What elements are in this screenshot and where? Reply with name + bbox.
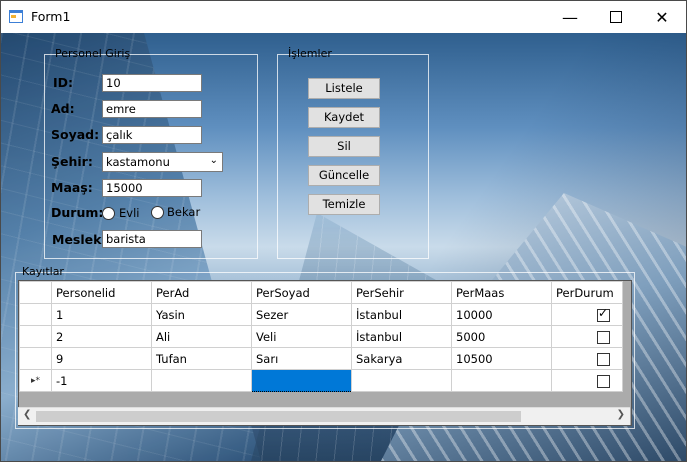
column-header-persoyad[interactable]: PerSoyad <box>251 281 352 304</box>
form-window: Form1 — ✕ Personel Giriş ID: 10 Ad: emre… <box>0 0 687 462</box>
cell-permaas[interactable]: 5000 <box>451 325 552 348</box>
column-header-personelid[interactable]: Personelid <box>51 281 152 304</box>
row-header[interactable] <box>19 347 52 370</box>
app-icon <box>9 10 23 23</box>
records-table: Personelid PerAd PerSoyad PerSehir PerMa… <box>19 281 623 392</box>
maas-input[interactable]: 15000 <box>102 179 202 197</box>
cell-perdurum[interactable] <box>551 325 623 348</box>
maas-label: Maaş: <box>51 180 93 195</box>
perdurum-checkbox[interactable] <box>597 374 610 388</box>
table-row[interactable]: 1 Yasin Sezer İstanbul 10000 <box>19 303 623 326</box>
ad-label: Ad: <box>51 101 75 116</box>
row-header[interactable] <box>19 303 52 326</box>
cell-persehir[interactable]: İstanbul <box>351 303 452 326</box>
column-header-persehir[interactable]: PerSehir <box>351 281 452 304</box>
cell-persoyad[interactable]: Sezer <box>251 303 352 326</box>
scroll-left-icon[interactable]: ❮ <box>23 409 31 420</box>
cell-perad[interactable]: Tufan <box>151 347 252 370</box>
cell-persehir[interactable] <box>351 369 452 392</box>
cell-personelid[interactable]: 2 <box>51 325 152 348</box>
cell-persoyad[interactable]: Veli <box>251 325 352 348</box>
id-label: ID: <box>53 75 74 90</box>
table-row[interactable]: 2 Ali Veli İstanbul 5000 <box>19 325 623 348</box>
row-header-corner[interactable] <box>19 281 52 304</box>
cell-perdurum[interactable] <box>551 369 623 392</box>
sehir-combobox[interactable]: kastamonu ⌄ <box>102 152 223 172</box>
horizontal-scrollbar[interactable]: ❮ ❯ <box>18 407 630 425</box>
sehir-label: Şehir: <box>51 154 93 169</box>
cell-permaas[interactable]: 10500 <box>451 347 552 370</box>
records-datagrid[interactable]: Personelid PerAd PerSoyad PerSehir PerMa… <box>18 280 632 426</box>
cell-persehir[interactable]: Sakarya <box>351 347 452 370</box>
row-header[interactable] <box>19 325 52 348</box>
listele-button[interactable]: Listele <box>308 78 380 99</box>
scrollbar-thumb[interactable] <box>36 411 521 422</box>
sil-button[interactable]: Sil <box>308 136 380 157</box>
sehir-combobox-value: kastamonu <box>106 155 170 169</box>
new-row[interactable]: ▸* -1 <box>19 369 623 392</box>
meslek-label: Meslek: <box>52 232 107 247</box>
temizle-button[interactable]: Temizle <box>308 194 380 215</box>
cell-personelid[interactable]: 1 <box>51 303 152 326</box>
column-header-perdurum[interactable]: PerDurum <box>551 281 623 304</box>
cell-perdurum[interactable] <box>551 347 623 370</box>
cell-personelid[interactable]: -1 <box>51 369 152 392</box>
perdurum-checkbox[interactable] <box>597 352 610 366</box>
maximize-icon[interactable] <box>593 1 639 33</box>
cell-persoyad-selected[interactable] <box>251 369 352 392</box>
scroll-right-icon[interactable]: ❯ <box>617 409 625 420</box>
column-header-perad[interactable]: PerAd <box>151 281 252 304</box>
new-row-marker[interactable]: ▸* <box>19 369 52 392</box>
id-input[interactable]: 10 <box>102 74 202 92</box>
cell-personelid[interactable]: 9 <box>51 347 152 370</box>
cell-perad[interactable] <box>151 369 252 392</box>
durum-label: Durum: <box>51 205 104 220</box>
cell-permaas[interactable] <box>451 369 552 392</box>
minimize-icon[interactable]: — <box>547 1 593 33</box>
cell-persehir[interactable]: İstanbul <box>351 325 452 348</box>
islemler-group-label: İşlemler <box>288 47 332 60</box>
soyad-input[interactable]: çalık <box>102 126 202 144</box>
kaydet-button[interactable]: Kaydet <box>308 107 380 128</box>
column-header-permaas[interactable]: PerMaas <box>451 281 552 304</box>
cell-perad[interactable]: Yasin <box>151 303 252 326</box>
perdurum-checkbox[interactable] <box>597 330 610 344</box>
cell-perdurum[interactable] <box>551 303 623 326</box>
close-icon[interactable]: ✕ <box>639 1 685 33</box>
evli-radio-label[interactable]: Evli <box>119 206 139 220</box>
personel-group-label: Personel Giriş <box>55 47 131 60</box>
table-row[interactable]: 9 Tufan Sarı Sakarya 10500 <box>19 347 623 370</box>
guncelle-button[interactable]: Güncelle <box>308 165 380 186</box>
perdurum-checkbox[interactable] <box>597 306 610 322</box>
form-client-area: Personel Giriş ID: 10 Ad: emre Soyad: ça… <box>1 33 686 461</box>
chevron-down-icon[interactable]: ⌄ <box>210 155 218 166</box>
kayitlar-group-label: Kayıtlar <box>22 265 64 278</box>
cell-perad[interactable]: Ali <box>151 325 252 348</box>
soyad-label: Soyad: <box>51 127 100 142</box>
ad-input[interactable]: emre <box>102 100 202 118</box>
bekar-radio[interactable] <box>151 206 164 219</box>
evli-radio[interactable] <box>102 207 115 220</box>
title-bar[interactable]: Form1 — ✕ <box>1 1 686 33</box>
meslek-input[interactable]: barista <box>102 230 202 248</box>
window-title: Form1 <box>31 9 71 24</box>
bekar-radio-label[interactable]: Bekar <box>167 205 200 219</box>
cell-permaas[interactable]: 10000 <box>451 303 552 326</box>
cell-persoyad[interactable]: Sarı <box>251 347 352 370</box>
table-header-row: Personelid PerAd PerSoyad PerSehir PerMa… <box>19 281 623 304</box>
